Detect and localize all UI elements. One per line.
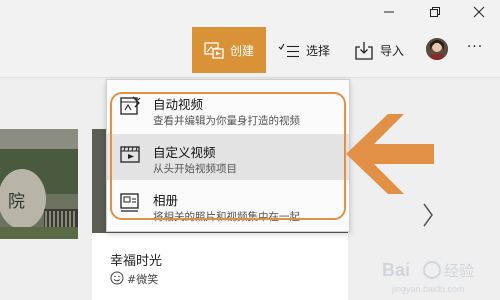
close-button[interactable] — [458, 0, 500, 24]
menu-item-title: 相册 — [153, 193, 179, 208]
chevron-right-icon[interactable] — [420, 200, 436, 230]
menu-item-auto-video[interactable]: 自动视频 查看并编辑为你量身打造的视频 — [107, 86, 349, 132]
import-icon — [355, 41, 373, 60]
custom-video-icon — [120, 146, 140, 163]
import-button[interactable]: 导入 — [346, 28, 412, 73]
more-options-button[interactable]: ··· — [462, 39, 488, 59]
create-icon — [204, 42, 224, 59]
menu-item-description: 将相关的照片和视频集中在一起 — [153, 211, 300, 223]
toolbar: 创建 选择 导入 ··· — [0, 24, 500, 78]
create-button[interactable]: 创建 — [192, 27, 266, 73]
menu-item-description: 从头开始视频项目 — [153, 163, 237, 175]
restore-icon — [430, 7, 440, 17]
create-label: 创建 — [229, 43, 254, 58]
select-button[interactable]: 选择 — [270, 28, 338, 73]
svg-text:经验: 经验 — [444, 262, 474, 280]
restore-button[interactable] — [412, 0, 458, 24]
menu-item-title: 自定义视频 — [153, 145, 216, 160]
annotation-arrow-icon — [346, 114, 434, 194]
menu-item-description: 查看并编辑为你量身打造的视频 — [153, 115, 300, 127]
select-label: 选择 — [306, 44, 331, 58]
baidu-watermark: Bai 经验 jingyan.baidu.com — [382, 260, 474, 294]
title-bar — [0, 0, 500, 24]
auto-video-icon — [120, 96, 141, 115]
menu-item-title: 自动视频 — [153, 97, 204, 112]
card-left-thumbnail — [0, 129, 78, 239]
video-card-title: 幸福时光 — [110, 254, 163, 269]
create-dropdown-menu: 自动视频 查看并编辑为你量身打造的视频 自定义视频 从头开始视频项目 相册 将相… — [106, 79, 350, 232]
avatar[interactable] — [426, 38, 448, 60]
import-label: 导入 — [380, 44, 405, 58]
video-card-left[interactable]: 院 — [0, 129, 78, 239]
album-icon — [120, 193, 139, 212]
user-photo — [426, 38, 448, 60]
select-list-icon — [278, 43, 299, 57]
video-card-tag: #微笑 — [127, 273, 159, 286]
menu-item-custom-video[interactable]: 自定义视频 从头开始视频项目 — [107, 134, 349, 180]
close-icon — [473, 6, 485, 18]
minimize-icon — [384, 11, 394, 13]
minimize-button[interactable] — [366, 0, 412, 24]
menu-item-album[interactable]: 相册 将相关的照片和视频集中在一起 — [107, 182, 349, 228]
svg-text:jingyan.baidu.com: jingyan.baidu.com — [391, 284, 465, 294]
svg-text:Bai: Bai — [382, 260, 410, 280]
smile-icon — [110, 271, 124, 285]
stone-sign-text: 院 — [8, 192, 25, 212]
